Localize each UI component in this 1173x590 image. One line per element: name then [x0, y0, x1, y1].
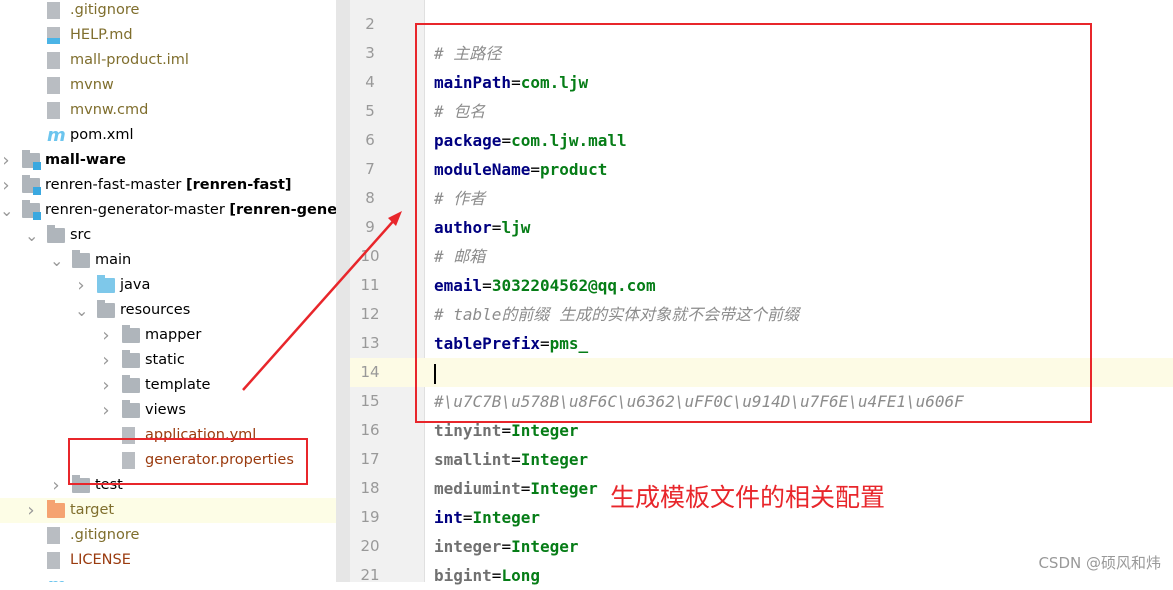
watermark: CSDN @硕风和炜: [1038, 554, 1161, 572]
annotation-arrow: [242, 211, 402, 391]
annotation-note: 生成模板文件的相关配置: [610, 483, 886, 512]
